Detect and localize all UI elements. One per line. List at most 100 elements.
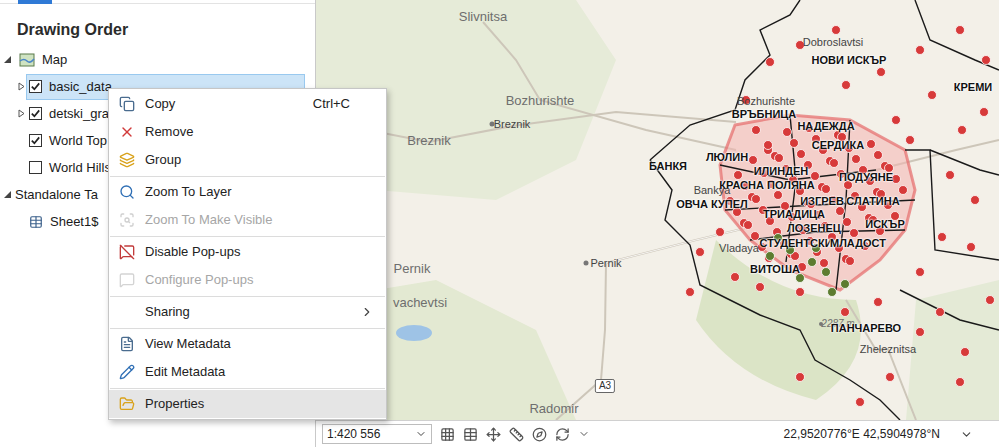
- menu-shortcut: Ctrl+C: [313, 94, 386, 114]
- map-label: Zheleznitsa: [860, 344, 916, 355]
- arcgis-window: Drawing Order Map basic_data detski_grad Wor…: [0, 0, 999, 447]
- table-view-icon[interactable]: [463, 427, 478, 442]
- map-label: Breznik: [407, 134, 450, 147]
- dropdown-chevron-icon: [415, 428, 427, 440]
- map-label: ОВЧА КУПЕЛ: [676, 199, 748, 210]
- map-label: vachevtsi: [393, 296, 447, 309]
- layer-checkbox[interactable]: [29, 80, 42, 93]
- tab-indicator: [18, 0, 52, 4]
- menu-item[interactable]: CopyCtrl+C: [109, 90, 386, 118]
- menu-item[interactable]: Properties: [109, 390, 386, 418]
- table-icon: [29, 215, 43, 229]
- map-label: ВРЪБНИЦА: [732, 109, 797, 120]
- basic-data-points: [686, 26, 995, 407]
- check-icon: [30, 135, 41, 146]
- north-icon[interactable]: [532, 427, 547, 442]
- menu-separator: [110, 388, 385, 389]
- map-label: СЛАТИНА: [846, 196, 899, 207]
- map-label: ТРИАДИЦА: [763, 209, 825, 220]
- map-label: ИЛИНДЕН: [754, 166, 809, 177]
- layer-checkbox[interactable]: [29, 107, 42, 120]
- map-label: Pernik: [590, 258, 621, 269]
- map-label: СЕРДИКА: [812, 140, 864, 151]
- map-view[interactable]: Slivnitsa Dobroslavtsi НОВИ ИСКЪР КРЕМИ Bozh…: [316, 0, 999, 420]
- menu-item[interactable]: Remove: [109, 118, 386, 146]
- map-label: Radomir: [529, 402, 578, 415]
- map-label: ИЗГРЕВ: [800, 196, 844, 207]
- grid-icon[interactable]: [440, 427, 455, 442]
- remove-icon: [119, 124, 135, 140]
- tree-item[interactable]: Map: [0, 46, 315, 73]
- map-label: ПАНЧАРЕВО: [831, 323, 901, 334]
- map-label: Vladaya: [719, 243, 759, 254]
- menu-item[interactable]: Zoom To Layer: [109, 178, 386, 206]
- menu-item[interactable]: Sharing: [109, 298, 386, 326]
- check-icon: [30, 81, 41, 92]
- tree-item-label: Standalone Ta: [15, 185, 98, 205]
- menu-item[interactable]: Disable Pop-ups: [109, 238, 386, 266]
- properties-icon: [119, 396, 135, 412]
- view-metadata-icon: [119, 336, 135, 352]
- context-menu: CopyCtrl+CRemoveGroup Zoom To LayerZoom T…: [108, 88, 387, 420]
- layer-checkbox[interactable]: [29, 161, 42, 174]
- zoom-visible-icon: [119, 212, 135, 228]
- menu-item[interactable]: Group: [109, 146, 386, 174]
- map-label: ВИТОША: [750, 264, 800, 275]
- group-icon: [119, 152, 135, 168]
- menu-item[interactable]: View Metadata: [109, 330, 386, 358]
- tree-item-label: Sheet1$: [50, 212, 98, 232]
- map-label: Pernik: [394, 262, 431, 275]
- copy-icon: [119, 96, 135, 112]
- map-label: НОВИ ИСКЪР: [812, 55, 887, 66]
- menu-separator: [110, 236, 385, 237]
- pane-heading: Drawing Order: [0, 4, 315, 41]
- map-label: КРАСНА ПОЛЯНА: [719, 180, 814, 191]
- coordinates-chevron-icon[interactable]: [960, 428, 973, 441]
- map-label: ИСКЪР: [865, 219, 904, 230]
- tree-item-label: World Top: [49, 131, 107, 151]
- disable-popups-icon: [119, 244, 135, 260]
- menu-separator: [110, 176, 385, 177]
- menu-item[interactable]: Configure Pop-ups: [109, 266, 386, 294]
- map-label: ЛЮЛИН: [706, 152, 748, 163]
- map-label: Breznik: [494, 119, 531, 130]
- map-label: A3: [595, 379, 615, 393]
- expanded-triangle-icon[interactable]: [3, 190, 12, 199]
- map-label: КРЕМИ: [954, 82, 992, 93]
- map-pane: Slivnitsa Dobroslavtsi НОВИ ИСКЪР КРЕМИ Bozh…: [316, 0, 999, 447]
- map-label: Slivnitsa: [459, 10, 507, 23]
- snapping-icon[interactable]: [486, 427, 501, 442]
- edit-metadata-icon: [119, 364, 135, 380]
- check-icon: [30, 108, 41, 119]
- zoom-to-layer-icon: [119, 184, 135, 200]
- configure-popups-icon: [119, 272, 135, 288]
- basemap-drawing: [316, 0, 999, 420]
- map-icon: [19, 52, 35, 68]
- layer-checkbox[interactable]: [29, 134, 42, 147]
- expanded-triangle-icon[interactable]: [3, 55, 12, 64]
- map-label: БАНКЯ: [649, 161, 687, 172]
- menu-separator: [110, 296, 385, 297]
- tree-item-label: World Hills: [49, 158, 111, 178]
- submenu-arrow-icon: [360, 305, 374, 319]
- menu-separator: [110, 328, 385, 329]
- map-label: Bozhurishte: [506, 94, 575, 107]
- refresh-icon[interactable]: [555, 427, 570, 442]
- more-chevron-icon[interactable]: [578, 428, 590, 440]
- tree-item-label: basic_data: [49, 77, 112, 97]
- ruler-icon[interactable]: [509, 427, 524, 442]
- map-label: Dobroslavtsi: [803, 37, 864, 48]
- tree-item-label: Map: [42, 50, 67, 70]
- map-label: МЛАДОСТ: [830, 238, 886, 249]
- menu-item[interactable]: Edit Metadata: [109, 358, 386, 386]
- map-label: НАДЕЖДА: [797, 121, 854, 132]
- status-bar: 1:420 556 22,9520776°E 42,5904978°N: [316, 420, 999, 447]
- tree-item-label: detski_grad: [49, 104, 116, 124]
- collapsed-triangle-icon[interactable]: [17, 82, 26, 91]
- coordinates: 22,9520776°E 42,5904978°N: [784, 425, 940, 443]
- map-label: Bozhurishte: [737, 96, 795, 107]
- menu-item[interactable]: Zoom To Make Visible: [109, 206, 386, 234]
- map-label: Bankya: [694, 185, 731, 196]
- scale-dropdown[interactable]: 1:420 556: [322, 424, 432, 444]
- collapsed-triangle-icon[interactable]: [17, 109, 26, 118]
